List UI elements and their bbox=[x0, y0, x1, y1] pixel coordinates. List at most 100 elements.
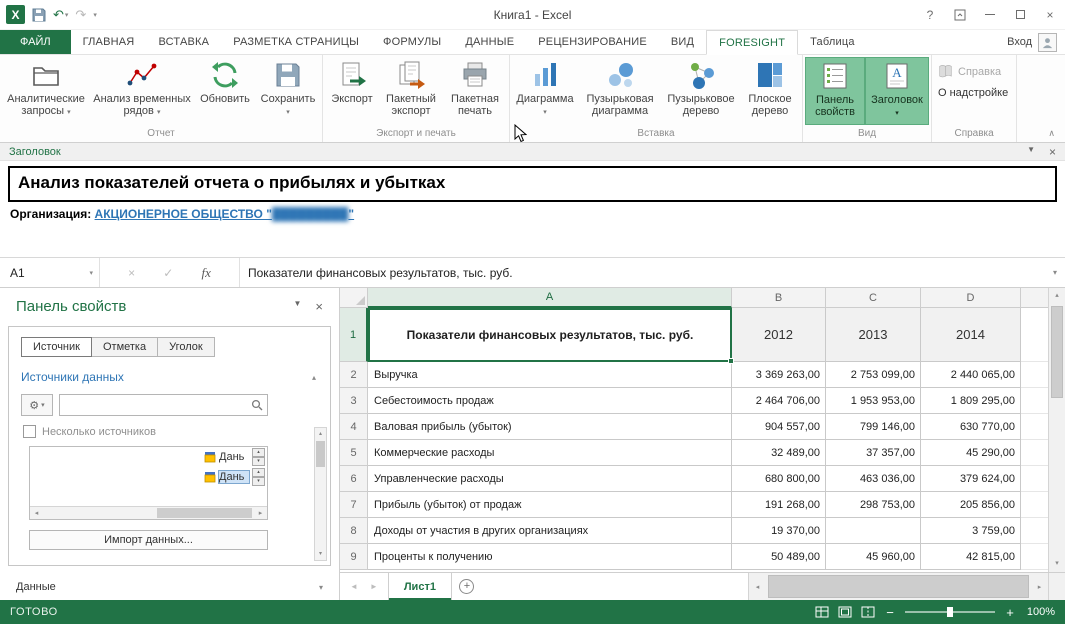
scroll-up-icon[interactable]: ▴ bbox=[1049, 288, 1065, 304]
maximize-button[interactable] bbox=[1005, 0, 1035, 30]
ribbon-options-button[interactable] bbox=[945, 0, 975, 30]
row-header[interactable]: 3 bbox=[340, 388, 368, 414]
cell-value[interactable]: 298 753,00 bbox=[826, 492, 921, 518]
data-sources-section-header[interactable]: Источники данных bbox=[21, 370, 124, 384]
tab-formulas[interactable]: ФОРМУЛЫ bbox=[371, 30, 453, 54]
scroll-down-icon[interactable]: ▾ bbox=[1049, 556, 1065, 572]
source-options-button[interactable]: ⚙ ▾ bbox=[21, 394, 53, 416]
row-header[interactable]: 7 bbox=[340, 492, 368, 518]
scroll-down-icon[interactable]: ▾ bbox=[315, 548, 326, 560]
tab-home[interactable]: ГЛАВНАЯ bbox=[71, 30, 147, 54]
cell-value[interactable]: 630 770,00 bbox=[921, 414, 1021, 440]
cell-value[interactable]: 904 557,00 bbox=[732, 414, 826, 440]
tab-view[interactable]: ВИД bbox=[659, 30, 706, 54]
cell-value[interactable]: 2 753 099,00 bbox=[826, 362, 921, 388]
scroll-left-icon[interactable]: ◂ bbox=[749, 583, 766, 591]
scroll-left-icon[interactable]: ◂ bbox=[30, 509, 43, 517]
cell-value[interactable]: 45 290,00 bbox=[921, 440, 1021, 466]
column-header-d[interactable]: D bbox=[921, 288, 1021, 308]
select-all-corner[interactable] bbox=[340, 288, 368, 308]
bubble-chart-button[interactable]: Пузырьковая диаграмма bbox=[578, 57, 662, 125]
expand-section-icon[interactable]: ▾ bbox=[319, 583, 323, 592]
spinner-buttons[interactable]: ▴ ▾ bbox=[252, 448, 265, 466]
cell-value[interactable]: 1 809 295,00 bbox=[921, 388, 1021, 414]
cell-label[interactable]: Доходы от участия в других организациях bbox=[368, 518, 732, 544]
horizontal-scrollbar[interactable]: ◂ ▸ bbox=[748, 573, 1048, 600]
insert-function-button[interactable]: fx bbox=[201, 265, 210, 281]
organization-link[interactable]: АКЦИОНЕРНОЕ ОБЩЕСТВО "█████████" bbox=[95, 207, 355, 221]
row-header[interactable]: 1 bbox=[340, 308, 368, 362]
cell-a1-selected[interactable]: Показатели финансовых результатов, тыс. … bbox=[368, 308, 734, 364]
cell-label[interactable]: Проценты к получению bbox=[368, 544, 732, 570]
zoom-slider-thumb[interactable] bbox=[947, 607, 953, 617]
cell-label[interactable]: Управленческие расходы bbox=[368, 466, 732, 492]
close-icon[interactable]: × bbox=[1049, 145, 1056, 159]
cell-value[interactable]: 19 370,00 bbox=[732, 518, 826, 544]
scroll-right-icon[interactable]: ▸ bbox=[254, 509, 267, 517]
page-layout-view-button[interactable] bbox=[838, 606, 852, 618]
cell-value[interactable]: 205 856,00 bbox=[921, 492, 1021, 518]
fill-handle[interactable] bbox=[728, 358, 734, 364]
zoom-level[interactable]: 100% bbox=[1025, 606, 1055, 618]
cell-label[interactable]: Коммерческие расходы bbox=[368, 440, 732, 466]
row-header[interactable]: 5 bbox=[340, 440, 368, 466]
cell-value[interactable]: 191 268,00 bbox=[732, 492, 826, 518]
vertical-scrollbar[interactable]: ▴ ▾ bbox=[1048, 288, 1065, 572]
refresh-button[interactable]: Обновить bbox=[194, 57, 256, 125]
cell-value[interactable]: 2 464 706,00 bbox=[732, 388, 826, 414]
cell-value[interactable]: 50 489,00 bbox=[732, 544, 826, 570]
spin-down-icon[interactable]: ▾ bbox=[252, 457, 265, 466]
cell-value[interactable]: 379 624,00 bbox=[921, 466, 1021, 492]
sheet-tab-list1[interactable]: Лист1 bbox=[387, 573, 452, 600]
scroll-thumb[interactable] bbox=[768, 575, 1029, 598]
properties-pane-toggle[interactable]: Панель свойств bbox=[805, 57, 865, 125]
pane-menu-icon[interactable]: ▼ bbox=[293, 299, 301, 314]
confirm-entry-icon[interactable]: ✓ bbox=[163, 266, 173, 280]
report-title-box[interactable]: Анализ показателей отчета о прибылях и у… bbox=[8, 166, 1057, 202]
cell-label[interactable]: Прибыль (убыток) от продаж bbox=[368, 492, 732, 518]
tab-table[interactable]: Таблица bbox=[798, 30, 867, 54]
row-header[interactable]: 8 bbox=[340, 518, 368, 544]
new-sheet-button[interactable]: + bbox=[452, 573, 482, 600]
batch-print-button[interactable]: Пакетная печать bbox=[443, 57, 507, 125]
bubble-tree-button[interactable]: Пузырьковое дерево bbox=[662, 57, 740, 125]
data-section-header[interactable]: Данные bbox=[16, 581, 56, 593]
cell-value[interactable]: 3 759,00 bbox=[921, 518, 1021, 544]
cell-value[interactable]: 45 960,00 bbox=[826, 544, 921, 570]
time-series-button[interactable]: Анализ временных рядов ▾ bbox=[90, 57, 194, 125]
minimize-button[interactable] bbox=[975, 0, 1005, 30]
zoom-slider[interactable] bbox=[905, 607, 995, 617]
export-button[interactable]: Экспорт bbox=[325, 57, 379, 125]
collapse-ribbon-button[interactable]: ∧ bbox=[1048, 128, 1055, 139]
spin-up-icon[interactable]: ▴ bbox=[252, 448, 265, 457]
scroll-right-icon[interactable]: ▸ bbox=[1031, 583, 1048, 591]
cell-year[interactable]: 2014 bbox=[921, 308, 1021, 362]
undo-button[interactable]: ↶ ▾ bbox=[53, 7, 68, 23]
scroll-thumb[interactable] bbox=[157, 508, 252, 518]
chart-button[interactable]: Диаграмма ▾ bbox=[512, 57, 578, 125]
save-report-button[interactable]: Сохранить ▾ bbox=[256, 57, 320, 125]
column-header-b[interactable]: B bbox=[732, 288, 826, 308]
tab-corner[interactable]: Уголок bbox=[158, 337, 215, 357]
row-header[interactable]: 2 bbox=[340, 362, 368, 388]
prev-sheet-icon[interactable]: ◄ bbox=[350, 582, 358, 591]
save-icon[interactable] bbox=[32, 8, 46, 22]
cell-label[interactable]: Себестоимость продаж bbox=[368, 388, 732, 414]
tab-page-layout[interactable]: РАЗМЕТКА СТРАНИЦЫ bbox=[221, 30, 371, 54]
tab-file[interactable]: ФАЙЛ bbox=[0, 30, 71, 54]
scroll-thumb[interactable] bbox=[1051, 306, 1063, 398]
pane-menu-icon[interactable]: ▼ bbox=[1027, 145, 1035, 159]
tab-source[interactable]: Источник bbox=[21, 337, 92, 357]
qat-customize-button[interactable]: ▾ bbox=[93, 11, 97, 19]
list-item[interactable]: Дань ▴ ▾ bbox=[30, 447, 267, 467]
row-header[interactable]: 4 bbox=[340, 414, 368, 440]
page-break-view-button[interactable] bbox=[861, 606, 875, 618]
cell-value[interactable]: 3 369 263,00 bbox=[732, 362, 826, 388]
flat-tree-button[interactable]: Плоское дерево bbox=[740, 57, 800, 125]
dropdown-arrow-icon[interactable]: ▾ bbox=[89, 269, 93, 277]
cell-value[interactable]: 42 815,00 bbox=[921, 544, 1021, 570]
spinner-buttons[interactable]: ▴ ▾ bbox=[252, 468, 265, 486]
zoom-out-button[interactable]: − bbox=[884, 605, 896, 620]
cell-value[interactable]: 463 036,00 bbox=[826, 466, 921, 492]
column-header-c[interactable]: C bbox=[826, 288, 921, 308]
